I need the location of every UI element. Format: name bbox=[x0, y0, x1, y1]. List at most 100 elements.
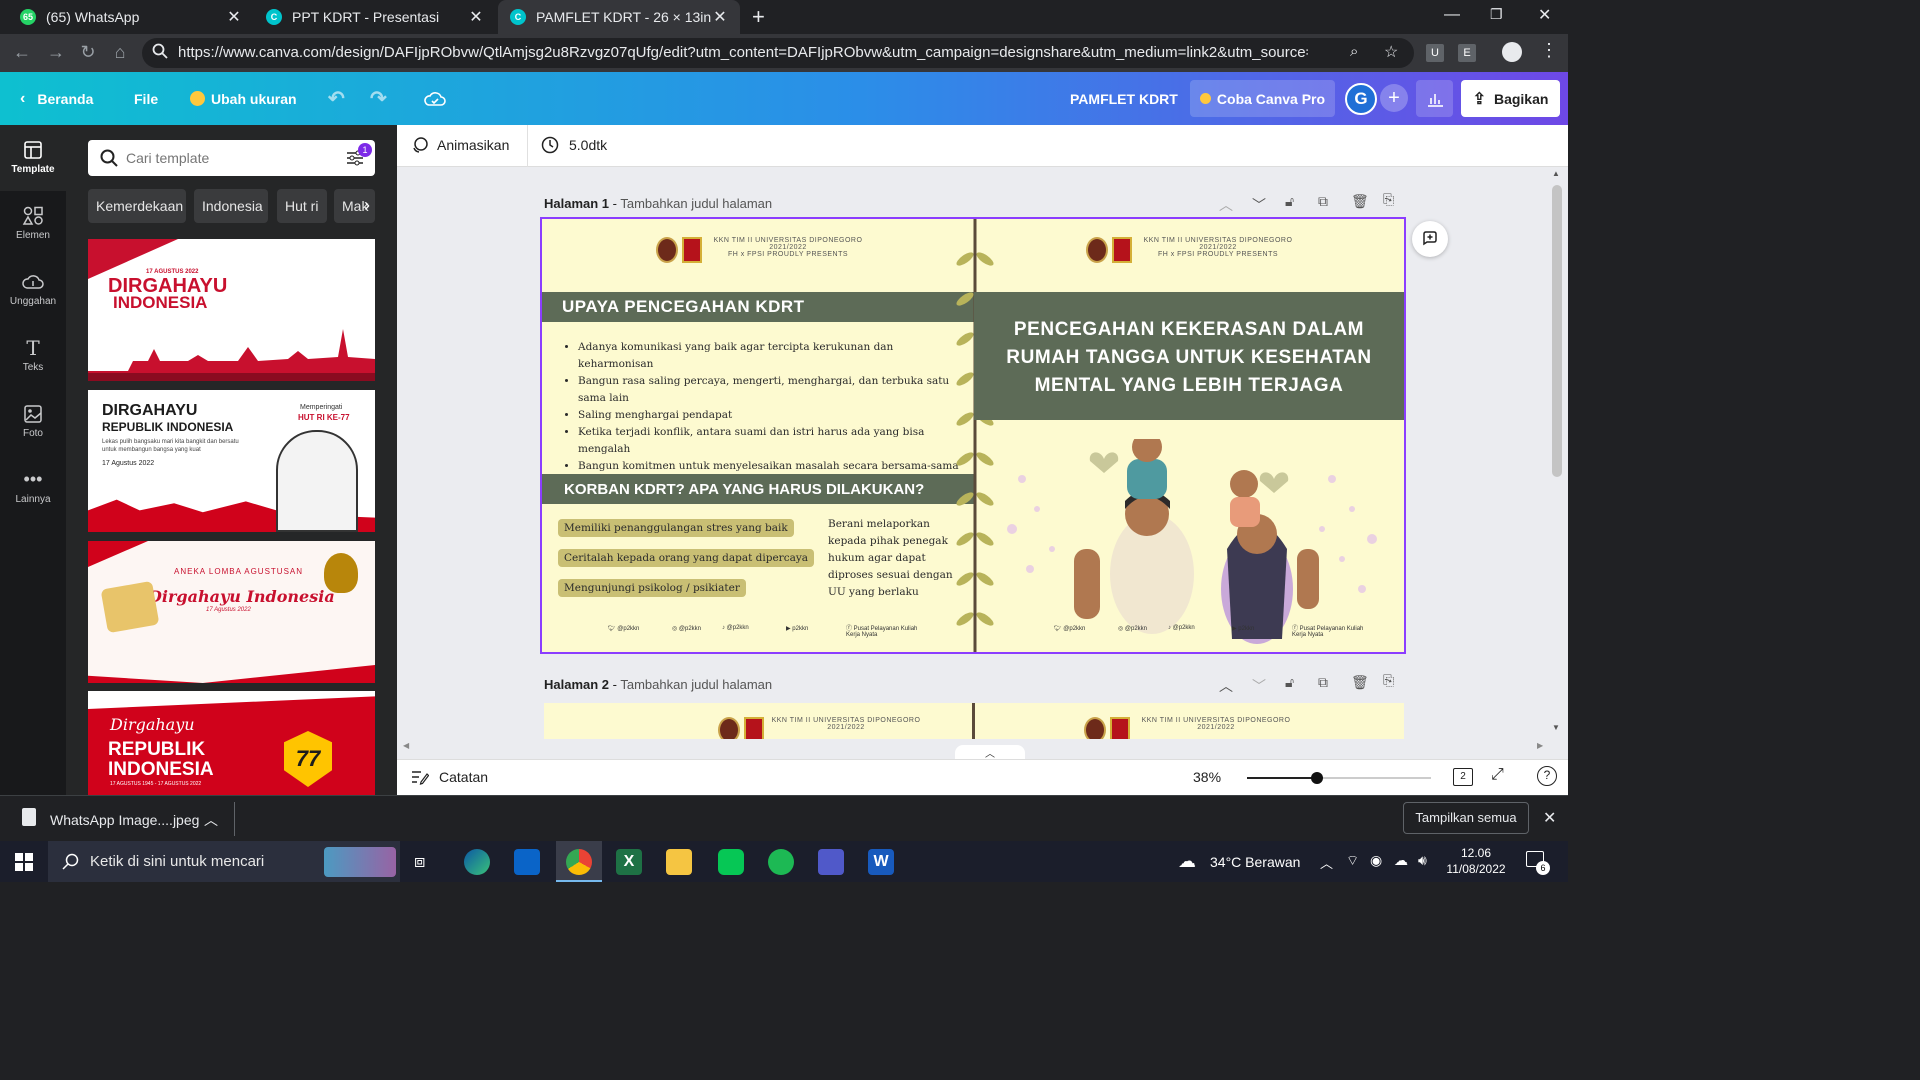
template-thumb-2[interactable]: DIRGAHAYU REPUBLIK INDONESIA Lekas pulih… bbox=[88, 390, 375, 532]
excel-icon[interactable]: X bbox=[616, 849, 642, 875]
home-button[interactable]: ‹ Beranda bbox=[20, 72, 93, 125]
rail-item-more[interactable]: ••• Lainnya bbox=[0, 469, 66, 505]
weather-readout[interactable]: 34°C Berawan bbox=[1210, 854, 1300, 870]
share-button[interactable]: ⇪ Bagikan bbox=[1461, 80, 1560, 117]
chip-kemerdekaan[interactable]: Kemerdekaan bbox=[88, 189, 186, 223]
design-page-2[interactable]: KKN TIM II UNIVERSITAS DIPONEGORO 2021/2… bbox=[544, 703, 1404, 739]
close-window-icon[interactable]: ✕ bbox=[1538, 5, 1551, 25]
chip-indonesia[interactable]: Indonesia bbox=[194, 189, 268, 223]
page-count-button[interactable]: 2 bbox=[1453, 768, 1473, 786]
lock-icon[interactable]: 🔓︎ bbox=[1285, 674, 1294, 691]
add-collaborator-button[interactable]: + bbox=[1380, 84, 1408, 112]
home-icon[interactable]: ⌂ bbox=[108, 42, 132, 63]
resize-button[interactable]: Ubah ukuran bbox=[190, 72, 297, 125]
search-input[interactable] bbox=[126, 147, 326, 169]
minimize-icon[interactable]: — bbox=[1444, 6, 1460, 24]
tab-whatsapp[interactable]: 65 (65) WhatsApp ✕ bbox=[8, 0, 254, 34]
file-menu-button[interactable]: File bbox=[134, 72, 158, 125]
duplicate-icon[interactable]: ⧉ bbox=[1318, 674, 1328, 691]
doc-title[interactable]: PAMFLET KDRT bbox=[1070, 72, 1178, 125]
chrome-taskbar-slot[interactable] bbox=[556, 841, 602, 882]
template-search[interactable]: 1 bbox=[88, 140, 375, 176]
cloud-saved-icon[interactable] bbox=[424, 72, 446, 125]
windows-start-icon[interactable] bbox=[15, 853, 33, 871]
move-down-icon[interactable]: ﹀ bbox=[1252, 195, 1266, 215]
notes-button[interactable]: Catatan bbox=[411, 769, 488, 785]
close-tab-icon[interactable]: ✕ bbox=[712, 7, 728, 27]
bookmark-star-icon[interactable]: ☆ bbox=[1384, 42, 1398, 62]
task-view-icon[interactable]: ⧈ bbox=[414, 851, 425, 872]
insights-chart-icon[interactable] bbox=[1416, 80, 1453, 117]
onedrive-icon[interactable]: ☁ bbox=[1394, 852, 1408, 869]
download-item[interactable]: WhatsApp Image....jpeg bbox=[50, 812, 199, 828]
restore-icon[interactable]: ❐ bbox=[1490, 6, 1503, 23]
move-down-icon[interactable]: ﹀ bbox=[1252, 676, 1266, 696]
back-icon[interactable]: ← bbox=[10, 42, 34, 63]
template-thumb-4[interactable]: Dirgahayu REPUBLIK INDONESIA 17 AGUSTUS … bbox=[88, 691, 375, 795]
line-app-icon[interactable] bbox=[718, 849, 744, 875]
mail-icon[interactable] bbox=[514, 849, 540, 875]
menu-kebab-icon[interactable]: ⋮ bbox=[1540, 40, 1558, 61]
chip-hut-ri[interactable]: Hut ri bbox=[277, 189, 327, 223]
reload-icon[interactable]: ↻ bbox=[76, 42, 100, 63]
rail-item-text[interactable]: T Teks bbox=[0, 337, 66, 373]
scroll-down-icon[interactable]: ▼ bbox=[1552, 723, 1560, 732]
scroll-up-icon[interactable]: ▲ bbox=[1552, 169, 1560, 178]
teams-icon[interactable] bbox=[818, 849, 844, 875]
template-thumb-1[interactable]: 17 AGUSTUS 2022 DIRGAHAYU INDONESIA bbox=[88, 239, 375, 381]
redo-icon[interactable]: ↷ bbox=[370, 72, 387, 125]
fullscreen-icon[interactable]: ⤢ bbox=[1491, 766, 1504, 784]
design-page-1[interactable]: KKN TIM II UNIVERSITAS DIPONEGORO 2021/2… bbox=[540, 217, 1406, 654]
tab-ppt-kdrt[interactable]: C PPT KDRT - Presentasi ✕ bbox=[254, 0, 496, 34]
rail-item-upload[interactable]: Unggahan bbox=[0, 271, 66, 307]
extension-e-icon[interactable]: E bbox=[1458, 44, 1476, 62]
zoom-readout[interactable]: 38% bbox=[1193, 769, 1221, 785]
rail-item-template[interactable]: Template bbox=[0, 125, 66, 191]
page-1-label[interactable]: Halaman 1 - Tambahkan judul halaman bbox=[544, 196, 772, 211]
undo-icon[interactable]: ↶ bbox=[328, 72, 345, 125]
try-pro-button[interactable]: Coba Canva Pro bbox=[1190, 80, 1335, 117]
tab-pamflet-kdrt[interactable]: C PAMFLET KDRT - 26 × 13in ✕ bbox=[498, 0, 740, 34]
scroll-right-icon[interactable]: ▶ bbox=[1537, 741, 1543, 750]
extension-u-icon[interactable]: U bbox=[1426, 44, 1444, 62]
vertical-scrollbar[interactable] bbox=[1552, 185, 1562, 477]
help-icon[interactable]: ? bbox=[1537, 766, 1557, 786]
chips-next-icon[interactable]: › bbox=[364, 195, 370, 216]
forward-icon[interactable]: → bbox=[44, 42, 68, 63]
add-page-icon[interactable]: ⎘ bbox=[1383, 672, 1394, 689]
page-2-label[interactable]: Halaman 2 - Tambahkan judul halaman bbox=[544, 677, 772, 692]
omnibox[interactable]: https://www.canva.com/design/DAFIjpRObvw… bbox=[142, 38, 1414, 68]
move-up-icon[interactable]: ︿ bbox=[1219, 195, 1233, 215]
close-tab-icon[interactable]: ✕ bbox=[468, 7, 484, 27]
template-thumb-3[interactable]: ANEKA LOMBA AGUSTUSAN Dirgahayu Indonesi… bbox=[88, 541, 375, 683]
avatar[interactable]: G bbox=[1345, 83, 1377, 115]
scroll-left-icon[interactable]: ◀ bbox=[403, 741, 409, 750]
word-icon[interactable]: W bbox=[868, 849, 894, 875]
animate-button[interactable]: Animasikan bbox=[411, 136, 509, 154]
close-tab-icon[interactable]: ✕ bbox=[226, 7, 242, 27]
duration-button[interactable]: 5.0dtk bbox=[541, 136, 607, 154]
camera-icon[interactable]: ◉ bbox=[1370, 852, 1382, 869]
show-all-button[interactable]: Tampilkan semua bbox=[1403, 802, 1529, 834]
lock-icon[interactable]: 🔓︎ bbox=[1285, 193, 1294, 210]
tray-chevron-icon[interactable]: ︿ bbox=[1320, 853, 1333, 872]
rail-item-elements[interactable]: Elemen bbox=[0, 205, 66, 241]
trash-icon[interactable]: 🗑︎ bbox=[1351, 193, 1369, 210]
new-tab-icon[interactable]: + bbox=[752, 4, 765, 30]
rail-item-photo[interactable]: Foto bbox=[0, 403, 66, 439]
trash-icon[interactable]: 🗑︎ bbox=[1351, 674, 1369, 691]
clock[interactable]: 12.06 11/08/2022 bbox=[1444, 845, 1508, 877]
add-page-icon[interactable]: ⎘ bbox=[1383, 191, 1394, 208]
duplicate-icon[interactable]: ⧉ bbox=[1318, 193, 1328, 210]
taskbar-search[interactable]: Ketik di sini untuk mencari bbox=[48, 841, 400, 882]
move-up-icon[interactable]: ︿ bbox=[1219, 676, 1233, 696]
chevron-up-icon[interactable]: ︿ bbox=[204, 810, 218, 830]
zoom-icon[interactable]: ⌕ bbox=[1350, 43, 1358, 60]
volume-icon[interactable]: 🔊︎ bbox=[1418, 852, 1427, 869]
network-icon[interactable]: ⌔ bbox=[1346, 852, 1359, 870]
file-explorer-icon[interactable] bbox=[666, 849, 692, 875]
edge-icon[interactable] bbox=[464, 849, 490, 875]
profile-icon[interactable] bbox=[1502, 42, 1522, 62]
add-comment-button[interactable] bbox=[1412, 221, 1448, 257]
spotify-icon[interactable] bbox=[768, 849, 794, 875]
